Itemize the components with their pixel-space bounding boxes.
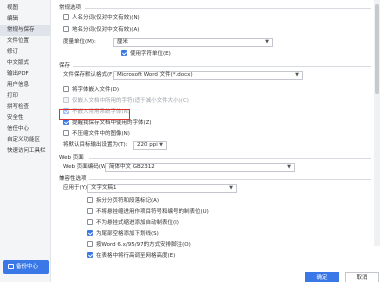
vertical-scrollbar[interactable]	[374, 0, 380, 246]
compat-checkbox[interactable]	[87, 208, 93, 214]
embed-fonts-label: 将字体嵌入文件(D)	[72, 87, 120, 93]
general-section-title: 常规选项	[59, 5, 82, 11]
no-compress-option[interactable]: 不压缩文件中的图像(N)	[63, 129, 130, 139]
sidebar-item-quick-access[interactable]: 快速访问工具栏	[0, 146, 50, 157]
compat-option[interactable]: 不将悬挂缩进用作项目符号和编号的制表位(U)	[87, 207, 209, 217]
backup-icon	[8, 264, 14, 269]
compat-option[interactable]: 按Word 6.x/95/97的方式安排脚注(O)	[87, 240, 191, 250]
no-compress-checkbox[interactable]	[63, 130, 69, 136]
sidebar-item-chinese-layout[interactable]: 中文版式	[0, 58, 50, 69]
web-encoding-select[interactable]: 简体中文 GB2312 ▼	[105, 163, 295, 172]
ok-button[interactable]: 确定	[305, 272, 339, 282]
sidebar-item-revision[interactable]: 修订	[0, 47, 50, 58]
settings-content: 常规选项 人名分词(仅对中文有效)(N) 地名分词(仅对中文有效)(A) 度量单…	[55, 0, 380, 282]
scrollbar-thumb[interactable]	[375, 4, 379, 94]
chevron-down-icon: ▼	[287, 164, 291, 170]
compat-option[interactable]: 为尾部空格添加下划线(S)	[87, 229, 159, 239]
apply-to-value: 文字文稿1	[91, 185, 117, 191]
char-unit-checkbox[interactable]	[121, 50, 127, 56]
compat-checkbox[interactable]	[87, 230, 93, 236]
section-divider	[85, 8, 371, 9]
sidebar-item-file-location[interactable]: 文件位置	[0, 36, 50, 47]
output-resolution-select[interactable]: 220 ppi ▼	[133, 141, 167, 150]
output-resolution-value: 220 ppi	[137, 142, 158, 148]
person-name-option[interactable]: 人名分词(仅对中文有效)(N)	[63, 13, 140, 23]
sidebar-item-security[interactable]: 安全性	[0, 113, 50, 124]
remind-fonts-label: 提醒我保存文档中使用的字体(Z)	[72, 120, 152, 126]
sidebar-item-customize-ribbon[interactable]: 自定义功能区	[0, 135, 50, 146]
sidebar-item-edit[interactable]: 编辑	[0, 14, 50, 25]
compat-option[interactable]: 不为悬挂式缩进添加自动制表位(I)	[87, 218, 179, 228]
sidebar-item-trust-center[interactable]: 信任中心	[0, 124, 50, 135]
sidebar-item-export-pdf[interactable]: 输出PDF	[0, 69, 50, 80]
compat-checkbox[interactable]	[87, 252, 93, 258]
char-unit-option[interactable]: 使用字符单位(E)	[121, 49, 171, 59]
no-compress-label: 不压缩文件中的图像(N)	[72, 131, 130, 137]
settings-sidebar: 视图 编辑 常规与保存 文件位置 修订 中文版式 输出PDF 用户信息 打印 拼…	[0, 0, 51, 282]
compat-label: 为尾部空格添加下划线(S)	[96, 231, 159, 237]
compat-label: 拆分分页符和段落标记(A)	[96, 198, 160, 204]
web-section-title: Web 页面	[59, 155, 84, 161]
apply-to-select[interactable]: 文字文稿1 ▼	[87, 184, 237, 193]
sidebar-item-user-info[interactable]: 用户信息	[0, 80, 50, 91]
chevron-down-icon: ▼	[265, 39, 269, 45]
apply-to-label: 应用于(Y):	[63, 185, 90, 191]
sidebar-item-spellcheck[interactable]: 拼写检查	[0, 102, 50, 113]
default-format-label: 文件保存默认格式(F):	[63, 72, 117, 78]
save-section-title: 保存	[59, 63, 71, 69]
sidebar-item-general-save[interactable]: 常规与保存	[0, 25, 50, 36]
person-name-checkbox[interactable]	[63, 14, 69, 20]
chevron-down-icon: ▼	[229, 185, 233, 191]
sidebar-item-print[interactable]: 打印	[0, 91, 50, 102]
embed-chars-only-checkbox[interactable]	[63, 97, 69, 103]
cancel-button[interactable]: 取消	[345, 272, 379, 282]
compat-checkbox[interactable]	[87, 197, 93, 203]
measurement-unit-label: 度量单位(M):	[63, 39, 96, 45]
section-divider	[89, 158, 371, 159]
compat-checkbox[interactable]	[87, 219, 93, 225]
compat-label: 不为悬挂式缩进添加自动制表位(I)	[96, 220, 179, 226]
default-format-value: Microsoft Word 文件(*.docx)	[117, 72, 193, 78]
place-name-label: 地名分词(仅对中文有效)(A)	[72, 27, 140, 33]
measurement-unit-value: 厘米	[117, 39, 129, 45]
section-divider	[73, 66, 371, 67]
web-encoding-value: 简体中文 GB2312	[109, 164, 155, 170]
compat-section-title: 兼容性选项	[59, 176, 87, 182]
place-name-option[interactable]: 地名分词(仅对中文有效)(A)	[63, 25, 139, 35]
section-divider	[89, 179, 371, 180]
chevron-down-icon: ▼	[295, 72, 299, 78]
embed-fonts-option[interactable]: 将字体嵌入文件(D)	[63, 85, 119, 95]
compat-label: 不将悬挂缩进用作项目符号和编号的制表位(U)	[96, 209, 209, 215]
backup-center-button[interactable]: 备份中心	[3, 260, 49, 274]
backup-center-label: 备份中心	[16, 264, 39, 270]
compat-option[interactable]: 在表格中将行高调至网格高度(E)	[87, 251, 175, 261]
char-unit-label: 使用字符单位(E)	[130, 51, 171, 57]
default-format-select[interactable]: Microsoft Word 文件(*.docx) ▼	[113, 71, 303, 80]
chevron-down-icon: ▼	[159, 142, 163, 148]
sidebar-item-view[interactable]: 视图	[0, 3, 50, 14]
embed-fonts-checkbox[interactable]	[63, 86, 69, 92]
compat-option[interactable]: 拆分分页符和段落标记(A)	[87, 196, 159, 206]
compat-checkbox[interactable]	[87, 241, 93, 247]
compat-label: 在表格中将行高调至网格高度(E)	[96, 253, 176, 259]
measurement-unit-select[interactable]: 厘米 ▼	[113, 38, 273, 47]
embed-chars-only-label: 仅嵌入文档中所用的字符(适于减小文件大小)(C)	[72, 98, 189, 104]
output-resolution-label: 将默认目标输出设置为(T):	[63, 142, 128, 148]
person-name-label: 人名分词(仅对中文有效)(N)	[72, 15, 140, 21]
highlight-box	[59, 109, 130, 120]
web-encoding-label: Web 页面编码(W):	[63, 164, 111, 170]
place-name-checkbox[interactable]	[63, 26, 69, 32]
embed-chars-only-option[interactable]: 仅嵌入文档中所用的字符(适于减小文件大小)(C)	[63, 96, 189, 106]
compat-label: 按Word 6.x/95/97的方式安排脚注(O)	[96, 242, 191, 248]
